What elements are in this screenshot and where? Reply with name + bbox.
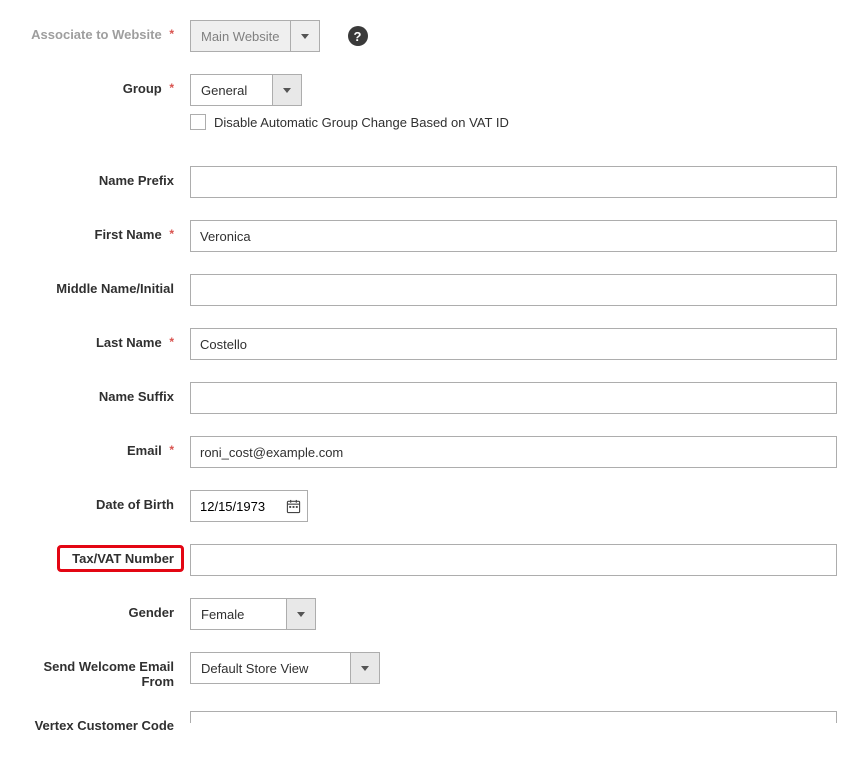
label-text-first-name: First Name [95,227,162,242]
label-name-suffix: Name Suffix [10,382,190,404]
select-welcome-from-toggle[interactable] [350,652,380,684]
select-associate-website-toggle [290,20,320,52]
label-text-vertex: Vertex Customer Code [35,718,174,733]
required-star: * [169,27,174,41]
row-name-prefix: Name Prefix [10,166,837,198]
date-wrap-dob [190,490,308,522]
label-gender: Gender [10,598,190,620]
select-group[interactable]: General [190,74,302,106]
select-welcome-from-value: Default Store View [190,652,350,684]
label-dob: Date of Birth [10,490,190,512]
label-text-gender: Gender [128,605,174,620]
field-gender: Female [190,598,837,630]
select-welcome-from[interactable]: Default Store View [190,652,380,684]
label-text-name-suffix: Name Suffix [99,389,174,404]
chevron-down-icon [283,88,291,93]
checkbox-disable-auto-group[interactable] [190,114,206,130]
label-group: Group * [10,74,190,96]
field-disable-auto-group: Disable Automatic Group Change Based on … [190,112,837,130]
help-icon[interactable]: ? [348,26,368,46]
label-text-name-prefix: Name Prefix [99,173,174,188]
label-text-dob: Date of Birth [96,497,174,512]
field-dob [190,490,837,522]
row-associate-website: Associate to Website * Main Website ? [10,20,837,52]
input-vertex[interactable] [190,711,837,723]
checkbox-row-disable-auto-group: Disable Automatic Group Change Based on … [190,112,509,130]
field-middle-name [190,274,837,306]
label-email: Email * [10,436,190,458]
label-text-tax-vat: Tax/VAT Number [72,551,174,566]
calendar-button[interactable] [279,491,307,521]
field-name-suffix [190,382,837,414]
field-group: General [190,74,837,106]
field-first-name [190,220,837,252]
row-email: Email * [10,436,837,468]
select-gender-toggle[interactable] [286,598,316,630]
field-last-name [190,328,837,360]
row-last-name: Last Name * [10,328,837,360]
required-star: * [169,81,174,95]
row-disable-auto-group: Disable Automatic Group Change Based on … [10,112,837,144]
chevron-down-icon [297,612,305,617]
label-text-last-name: Last Name [96,335,162,350]
select-associate-website-value: Main Website [190,20,290,52]
chevron-down-icon [361,666,369,671]
field-associate-website: Main Website ? [190,20,837,52]
label-first-name: First Name * [10,220,190,242]
calendar-icon [286,499,301,514]
row-middle-name: Middle Name/Initial [10,274,837,306]
label-text-group: Group [123,81,162,96]
input-name-suffix[interactable] [190,382,837,414]
label-welcome-from: Send Welcome Email From [10,652,190,689]
select-gender[interactable]: Female [190,598,316,630]
required-star: * [169,335,174,349]
required-star: * [169,443,174,457]
chevron-down-icon [301,34,309,39]
label-name-prefix: Name Prefix [10,166,190,188]
row-first-name: First Name * [10,220,837,252]
row-vertex: Vertex Customer Code [10,711,837,743]
highlight-box-tax-vat: Tax/VAT Number [72,551,174,566]
select-gender-value: Female [190,598,286,630]
input-email[interactable] [190,436,837,468]
row-gender: Gender Female [10,598,837,630]
field-welcome-from: Default Store View [190,652,837,684]
input-name-prefix[interactable] [190,166,837,198]
input-middle-name[interactable] [190,274,837,306]
row-tax-vat: Tax/VAT Number [10,544,837,576]
select-group-value: General [190,74,272,106]
label-middle-name: Middle Name/Initial [10,274,190,296]
input-first-name[interactable] [190,220,837,252]
label-spacer [10,112,190,119]
checkbox-label-disable-auto-group: Disable Automatic Group Change Based on … [214,115,509,130]
field-vertex [190,711,837,723]
label-text-welcome-from: Send Welcome Email From [43,659,174,689]
label-vertex: Vertex Customer Code [10,711,190,733]
label-text-associate-website: Associate to Website [31,27,162,42]
row-welcome-from: Send Welcome Email From Default Store Vi… [10,652,837,689]
required-star: * [169,227,174,241]
label-text-email: Email [127,443,162,458]
row-group: Group * General [10,74,837,106]
label-tax-vat: Tax/VAT Number [10,544,190,566]
label-last-name: Last Name * [10,328,190,350]
row-dob: Date of Birth [10,490,837,522]
field-name-prefix [190,166,837,198]
row-name-suffix: Name Suffix [10,382,837,414]
field-tax-vat [190,544,837,576]
input-tax-vat[interactable] [190,544,837,576]
field-email [190,436,837,468]
label-associate-website: Associate to Website * [10,20,190,42]
input-last-name[interactable] [190,328,837,360]
label-text-middle-name: Middle Name/Initial [56,281,174,296]
select-associate-website: Main Website [190,20,320,52]
select-group-toggle[interactable] [272,74,302,106]
input-dob[interactable] [191,491,279,521]
